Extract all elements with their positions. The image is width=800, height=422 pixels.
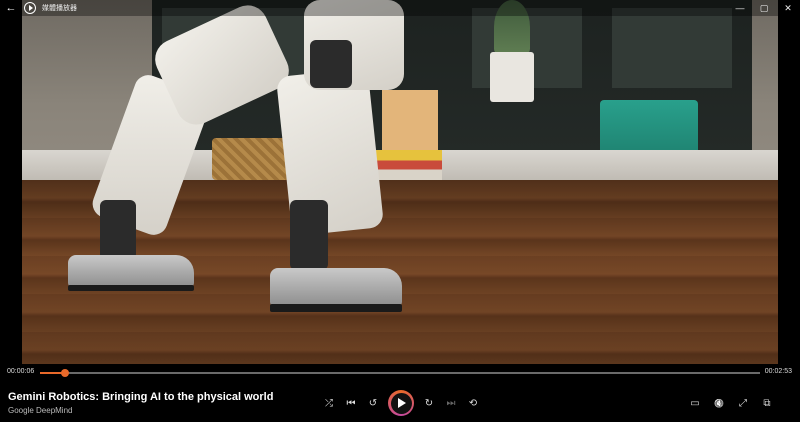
minimize-icon: —	[735, 3, 745, 13]
play-icon	[390, 392, 412, 414]
back-arrow-icon: ←	[5, 2, 17, 14]
video-frame[interactable]	[22, 0, 778, 364]
robot-leg-back-foot	[68, 255, 194, 287]
app-title: 媒體播放器	[42, 5, 77, 12]
fullscreen-button[interactable]: ⤢	[732, 391, 754, 415]
total-time: 00:02:53	[764, 368, 792, 375]
close-icon: ✕	[784, 2, 792, 13]
media-title: Gemini Robotics: Bringing AI to the phys…	[8, 391, 274, 403]
maximize-icon: ▢	[759, 2, 769, 13]
back-button[interactable]: ←	[0, 0, 22, 16]
current-time: 00:00:06	[7, 368, 35, 375]
captions-button[interactable]: ▭	[684, 391, 706, 415]
robot-leg-front-foot	[270, 268, 402, 306]
forward-button[interactable]: ↻	[418, 391, 440, 415]
minimize-button[interactable]: —	[728, 0, 752, 16]
secondary-controls: ▭ 🔇 ⤢ ⧉	[684, 391, 778, 415]
mini-player-icon: ⧉	[763, 397, 771, 409]
volume-mute-icon: 🔇	[714, 398, 724, 408]
forward-30-icon: ↻	[424, 397, 434, 409]
robot-leg-front-ankle	[290, 200, 328, 270]
volume-button[interactable]: 🔇	[708, 391, 730, 415]
skip-previous-icon: ⏮	[346, 397, 356, 409]
close-button[interactable]: ✕	[776, 0, 800, 16]
title-bar: ← 媒體播放器 — ▢ ✕	[0, 0, 800, 16]
captions-icon: ▭	[690, 397, 700, 409]
next-button[interactable]: ⏭	[440, 391, 462, 415]
video-wicker-basket	[212, 138, 292, 180]
robot-leg-front-knee	[310, 40, 352, 88]
fullscreen-icon: ⤢	[739, 397, 747, 409]
mini-player-button[interactable]: ⧉	[756, 391, 778, 415]
video-toy-box	[382, 90, 438, 150]
media-info: Gemini Robotics: Bringing AI to the phys…	[8, 391, 273, 415]
media-channel: Google DeepMind	[8, 406, 73, 415]
maximize-button[interactable]: ▢	[752, 0, 776, 16]
repeat-button[interactable]: ⟲	[462, 391, 484, 415]
video-plant-pot	[490, 52, 534, 102]
skip-next-icon: ⏭	[446, 397, 456, 409]
robot-leg-front-sole	[270, 304, 402, 312]
rewind-10-icon: ↺	[368, 397, 378, 409]
seek-bar-thumb[interactable]	[61, 369, 70, 377]
rewind-button[interactable]: ↺	[362, 391, 384, 415]
seek-bar[interactable]	[40, 369, 760, 377]
play-button[interactable]	[388, 390, 414, 416]
shuffle-button[interactable]: ⤮	[318, 391, 340, 415]
previous-button[interactable]: ⏮	[340, 391, 362, 415]
media-player-app-icon	[24, 2, 36, 14]
transport-controls: ⤮ ⏮ ↺ ↻ ⏭ ⟲	[318, 390, 484, 416]
playback-controls: 00:00:06 00:02:53 Gemini Robotics: Bring…	[0, 364, 800, 422]
robot-leg-back-ankle	[100, 200, 136, 260]
window-controls: — ▢ ✕	[728, 0, 800, 16]
shuffle-icon: ⤮	[325, 397, 333, 409]
repeat-icon: ⟲	[468, 397, 478, 409]
robot-leg-back-sole	[68, 285, 194, 291]
